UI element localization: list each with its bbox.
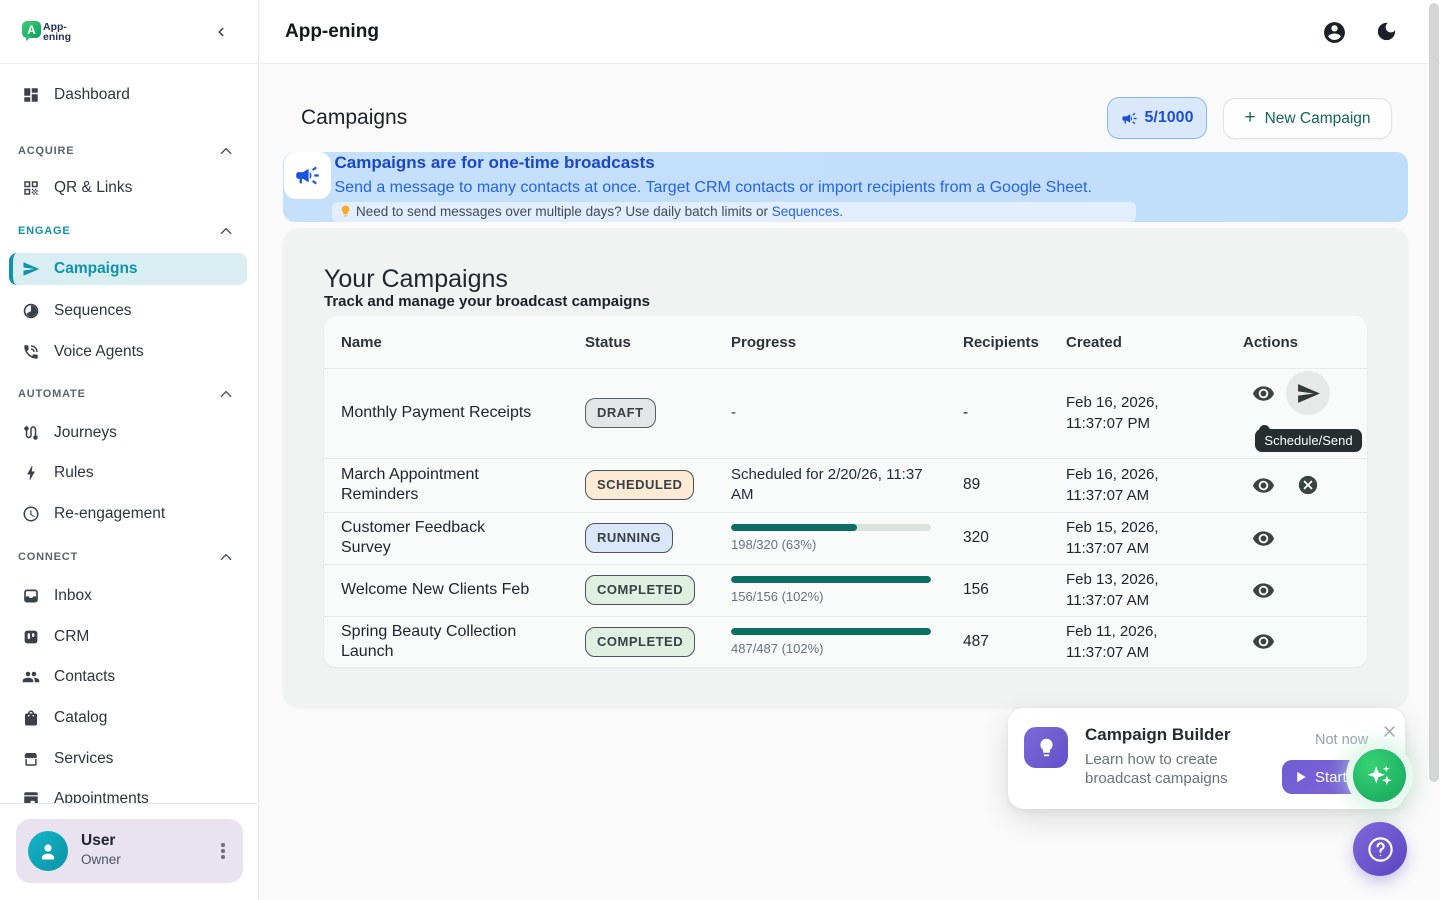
svg-text:A: A [27, 23, 36, 37]
